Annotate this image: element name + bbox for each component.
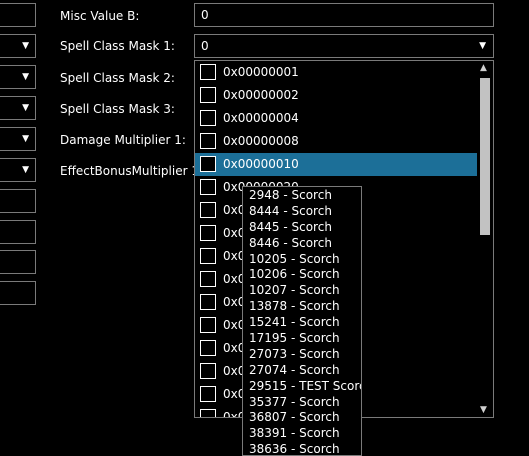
left-text-field-3[interactable] [0,220,36,244]
spell-class-mask-1-label: Spell Class Mask 1: [60,39,175,53]
tooltip-item: 29515 - TEST Scorch [249,378,362,393]
left-combo-4[interactable]: ▼ [0,127,36,151]
checkbox[interactable] [200,156,216,172]
spell-tooltip: 2948 - Scorch 8444 - Scorch 8445 - Scorch 8… [242,186,362,456]
mask-option[interactable]: 0x00000004 [195,107,478,130]
spell-class-mask-3-label: Spell Class Mask 3: [60,102,175,116]
checkbox[interactable] [200,87,216,103]
spell-class-mask-1-value: 0 [201,39,209,53]
mask-option[interactable]: 0x00000001 [195,61,478,84]
scroll-up-icon[interactable]: ▲ [480,63,487,73]
checkbox[interactable] [200,294,216,310]
mask-option-label: 0x00000001 [223,65,299,79]
checkbox[interactable] [200,110,216,126]
dropdown-scrollbar[interactable]: ▲ ▼ [477,61,493,417]
left-text-field-2[interactable] [0,189,36,213]
mask-option[interactable]: 0x00000002 [195,84,478,107]
mask-option[interactable]: 0x00000010 [195,153,478,176]
tooltip-item: 8444 - Scorch [249,203,332,218]
chevron-down-icon: ▼ [22,41,29,51]
checkbox[interactable] [200,271,216,287]
checkbox[interactable] [200,363,216,379]
tooltip-item: 38391 - Scorch [249,426,340,441]
checkbox[interactable] [200,317,216,333]
tooltip-item: 13878 - Scorch [249,299,340,314]
tooltip-item: 38636 - Scorch [249,442,340,456]
tooltip-item: 27073 - Scorch [249,346,340,361]
tooltip-item: 17195 - Scorch [249,331,340,346]
mask-option-label: 0x00000008 [223,134,299,148]
tooltip-item: 35377 - Scorch [249,394,340,409]
checkbox[interactable] [200,225,216,241]
effect-bonus-multiplier-1-label: EffectBonusMultiplier 1: [60,164,203,178]
chevron-down-icon: ▼ [22,72,29,82]
left-combo-1[interactable]: ▼ [0,34,36,58]
spell-class-mask-1-combo[interactable]: 0 ▼ [194,34,494,58]
tooltip-item: 10207 - Scorch [249,283,340,298]
mask-option-label: 0x00000004 [223,111,299,125]
checkbox[interactable] [200,248,216,264]
checkbox[interactable] [200,179,216,195]
chevron-down-icon: ▼ [22,165,29,175]
misc-value-b-label: Misc Value B: [60,9,140,23]
left-combo-3[interactable]: ▼ [0,96,36,120]
damage-multiplier-1-label: Damage Multiplier 1: [60,133,186,147]
checkbox[interactable] [200,409,216,417]
left-combo-2[interactable]: ▼ [0,65,36,89]
mask-option-label: 0x00000002 [223,88,299,102]
misc-value-b-input[interactable]: 0 [194,3,494,27]
tooltip-item: 27074 - Scorch [249,362,340,377]
checkbox[interactable] [200,133,216,149]
tooltip-item: 36807 - Scorch [249,410,340,425]
scroll-thumb[interactable] [480,78,490,235]
tooltip-item: 10206 - Scorch [249,267,340,282]
checkbox[interactable] [200,386,216,402]
mask-option-label: 0x00000010 [223,157,299,171]
left-text-field-1[interactable] [0,3,36,27]
mask-option[interactable]: 0x00000008 [195,130,478,153]
chevron-down-icon: ▼ [22,134,29,144]
tooltip-item: 8445 - Scorch [249,219,332,234]
tooltip-item: 8446 - Scorch [249,235,332,250]
spell-class-mask-2-label: Spell Class Mask 2: [60,71,175,85]
left-text-field-4[interactable] [0,250,36,274]
tooltip-item: 10205 - Scorch [249,251,340,266]
scroll-down-icon[interactable]: ▼ [480,405,487,415]
left-text-field-5[interactable] [0,281,36,305]
checkbox[interactable] [200,64,216,80]
checkbox[interactable] [200,340,216,356]
tooltip-item: 15241 - Scorch [249,315,340,330]
left-combo-5[interactable]: ▼ [0,158,36,182]
tooltip-item: 2948 - Scorch [249,188,332,202]
chevron-down-icon: ▼ [22,103,29,113]
checkbox[interactable] [200,202,216,218]
chevron-down-icon[interactable]: ▼ [479,35,486,57]
